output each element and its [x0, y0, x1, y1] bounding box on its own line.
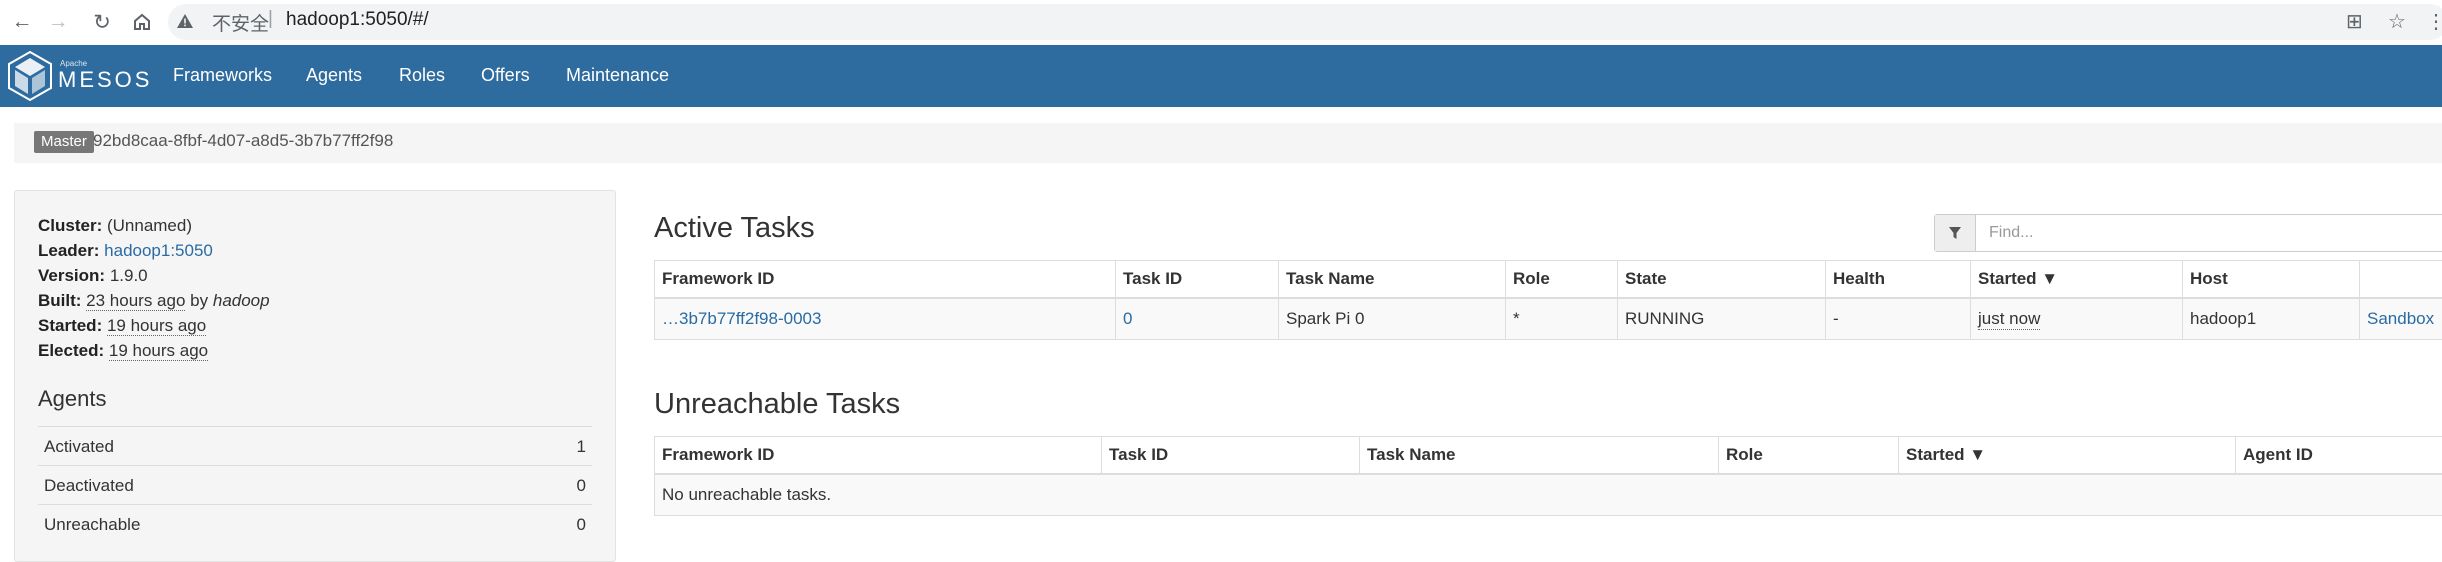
col-agent-id[interactable]: Agent ID — [2236, 437, 2442, 473]
brand-name[interactable]: MESOS — [58, 67, 152, 93]
active-tasks-table: Framework ID Task ID Task Name Role Stat… — [654, 260, 2442, 340]
agents-row-activated: Activated 1 — [38, 426, 592, 465]
col-started[interactable]: Started ▼ — [1971, 261, 2183, 297]
task-id-link[interactable]: 0 — [1123, 309, 1132, 329]
leader-link[interactable]: hadoop1:5050 — [104, 241, 213, 260]
agents-row-label: Activated — [44, 437, 114, 456]
agents-row-unreachable: Unreachable 0 — [38, 504, 592, 543]
sandbox-link[interactable]: Sandbox — [2367, 309, 2434, 329]
security-label: 不安全 — [212, 14, 270, 35]
built-when: 23 hours ago — [86, 291, 186, 311]
version-value: 1.9.0 — [109, 266, 148, 285]
nav-maintenance[interactable]: Maintenance — [566, 65, 669, 86]
back-icon[interactable]: ← — [6, 6, 38, 38]
version-row: Version: 1.9.0 — [38, 266, 148, 286]
built-user: hadoop — [212, 291, 270, 310]
col-health[interactable]: Health — [1826, 261, 1971, 297]
home-icon[interactable] — [126, 6, 158, 38]
col-actions — [2360, 261, 2442, 297]
nav-agents[interactable]: Agents — [306, 65, 362, 86]
framework-id-cell: …3b7b77ff2f98-0003 — [655, 299, 1116, 339]
bookmark-star-icon[interactable]: ☆ — [2388, 9, 2406, 34]
translate-icon[interactable]: ⊞ — [2346, 9, 2363, 34]
col-state[interactable]: State — [1618, 261, 1826, 297]
filter-icon[interactable] — [1935, 215, 1976, 251]
state-cell: RUNNING — [1618, 299, 1826, 339]
url-separator: | — [268, 8, 273, 29]
agents-row-value: 0 — [576, 476, 586, 495]
framework-id-link[interactable]: …3b7b77ff2f98-0003 — [662, 309, 821, 329]
warning-icon — [177, 14, 193, 28]
master-id: 92bd8caa-8fbf-4d07-a8d5-3b7b77ff2f98 — [93, 131, 394, 150]
mesos-navbar: Apache MESOS Frameworks Agents Roles Off… — [0, 45, 2442, 107]
menu-icon[interactable]: ⋮ — [2426, 9, 2442, 34]
built-row: Built: 23 hours ago by hadoop — [38, 291, 270, 311]
elected-row: Elected: 19 hours ago — [38, 341, 209, 361]
url-text[interactable]: hadoop1:5050/#/ — [286, 9, 429, 31]
unreachable-tasks-table: Framework ID Task ID Task Name Role Star… — [654, 436, 2442, 516]
col-task-name[interactable]: Task Name — [1279, 261, 1506, 297]
address-bar[interactable] — [168, 4, 2442, 40]
col-role[interactable]: Role — [1719, 437, 1899, 473]
elected-label: Elected: — [38, 341, 105, 360]
cluster-label: Cluster: — [38, 216, 103, 235]
col-task-name[interactable]: Task Name — [1360, 437, 1719, 473]
agents-row-value: 1 — [576, 437, 586, 456]
empty-message: No unreachable tasks. — [662, 485, 832, 504]
host-cell: hadoop1 — [2183, 299, 2360, 339]
sandbox-cell: Sandbox — [2360, 299, 2442, 339]
built-by: by — [190, 291, 209, 310]
reload-icon[interactable]: ↻ — [86, 6, 118, 38]
task-id-cell: 0 — [1116, 299, 1279, 339]
unreachable-tasks-heading: Unreachable Tasks — [654, 388, 901, 420]
col-role[interactable]: Role — [1506, 261, 1618, 297]
cluster-row: Cluster: (Unnamed) — [38, 216, 192, 236]
health-cell: - — [1826, 299, 1971, 339]
started-value: 19 hours ago — [106, 316, 207, 336]
col-framework-id[interactable]: Framework ID — [655, 437, 1102, 473]
agents-row-label: Unreachable — [44, 515, 141, 534]
elected-value: 19 hours ago — [108, 341, 209, 361]
table-header-row: Framework ID Task ID Task Name Role Stat… — [655, 261, 2442, 299]
built-label: Built: — [38, 291, 82, 310]
nav-frameworks[interactable]: Frameworks — [173, 65, 272, 86]
active-tasks-heading: Active Tasks — [654, 212, 815, 244]
cluster-value: (Unnamed) — [106, 216, 193, 235]
master-badge: Master — [34, 131, 94, 153]
col-task-id[interactable]: Task ID — [1116, 261, 1279, 297]
nav-roles[interactable]: Roles — [399, 65, 445, 86]
role-cell: * — [1506, 299, 1618, 339]
nav-offers[interactable]: Offers — [481, 65, 530, 86]
agents-heading: Agents — [38, 386, 107, 411]
find-input[interactable]: Find... — [1989, 224, 2033, 242]
browser-toolbar: ← → ↻ 不安全 | hadoop1:5050/#/ ⊞ ☆ ⋮ — [0, 0, 2442, 46]
mesos-logo-icon[interactable] — [4, 50, 56, 102]
started-row: Started: 19 hours ago — [38, 316, 207, 336]
forward-icon[interactable]: → — [42, 6, 74, 38]
version-label: Version: — [38, 266, 106, 285]
col-framework-id[interactable]: Framework ID — [655, 261, 1116, 297]
started-label: Started: — [38, 316, 103, 335]
col-started[interactable]: Started ▼ — [1899, 437, 2236, 473]
agents-row-label: Deactivated — [44, 476, 134, 495]
find-filter: Find... — [1934, 214, 2442, 252]
col-task-id[interactable]: Task ID — [1102, 437, 1360, 473]
agents-row-value: 0 — [576, 515, 586, 534]
task-name-cell: Spark Pi 0 — [1279, 299, 1506, 339]
leader-label: Leader: — [38, 241, 100, 260]
agents-row-deactivated: Deactivated 0 — [38, 465, 592, 504]
table-row: No unreachable tasks. — [655, 475, 2442, 515]
started-value: just now — [1978, 308, 2041, 330]
col-host[interactable]: Host — [2183, 261, 2360, 297]
table-header-row: Framework ID Task ID Task Name Role Star… — [655, 437, 2442, 475]
leader-row: Leader: hadoop1:5050 — [38, 241, 213, 261]
table-row: …3b7b77ff2f98-0003 0 Spark Pi 0 * RUNNIN… — [655, 299, 2442, 339]
started-cell: just now — [1971, 299, 2183, 339]
